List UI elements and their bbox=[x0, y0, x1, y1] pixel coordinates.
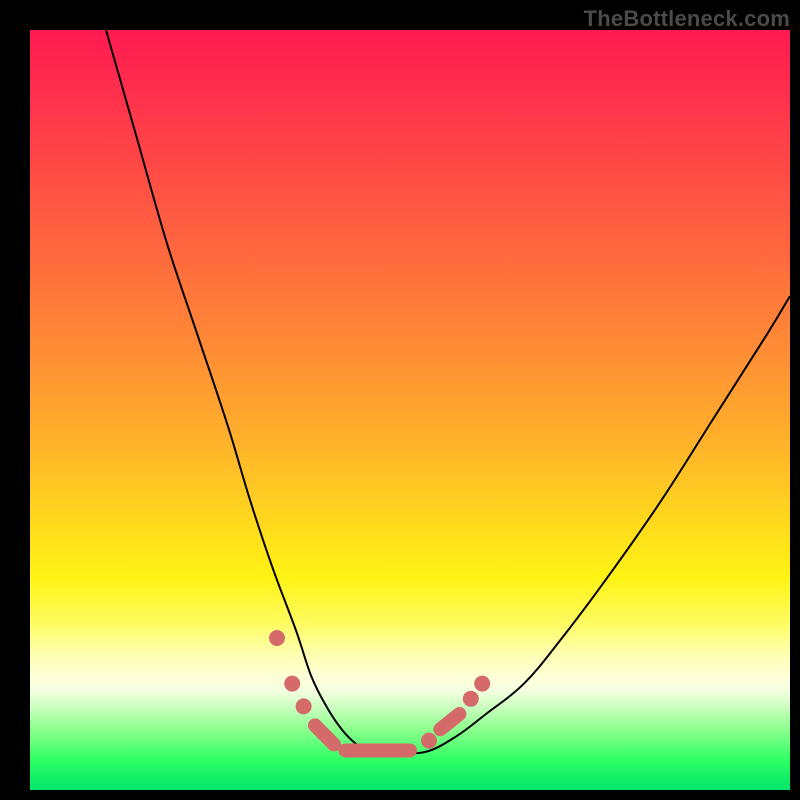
marker-segment bbox=[440, 714, 459, 729]
marker-dot bbox=[284, 676, 300, 692]
marker-segment bbox=[315, 725, 334, 744]
plot-area bbox=[30, 30, 790, 790]
curve-layer bbox=[30, 30, 790, 790]
chart-frame: TheBottleneck.com bbox=[0, 0, 800, 800]
marker-dot bbox=[296, 698, 312, 714]
marker-dot bbox=[269, 630, 285, 646]
marker-dot bbox=[463, 691, 479, 707]
marker-dot bbox=[421, 733, 437, 749]
marker-dot bbox=[474, 676, 490, 692]
attribution-text: TheBottleneck.com bbox=[584, 6, 790, 32]
bottleneck-curve bbox=[106, 30, 790, 753]
